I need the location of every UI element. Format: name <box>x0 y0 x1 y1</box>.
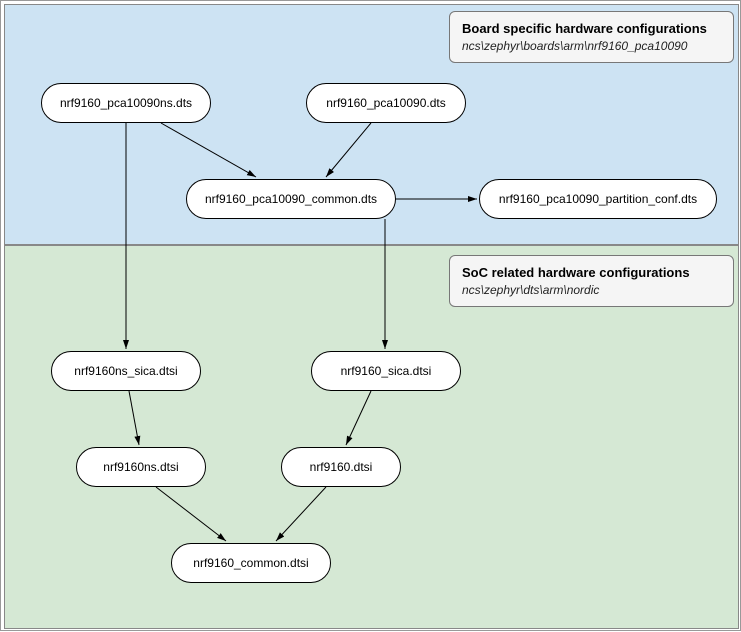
node-label: nrf9160_sica.dtsi <box>341 364 432 378</box>
label-soc-path: ncs\zephyr\dts\arm\nordic <box>462 282 721 298</box>
node-nrf9160ns-sica-dtsi: nrf9160ns_sica.dtsi <box>51 351 201 391</box>
label-soc: SoC related hardware configurations ncs\… <box>449 255 734 307</box>
node-nrf9160-pca10090ns-dts: nrf9160_pca10090ns.dts <box>41 83 211 123</box>
node-label: nrf9160.dtsi <box>310 460 373 474</box>
node-label: nrf9160_pca10090ns.dts <box>60 96 192 110</box>
label-board-path: ncs\zephyr\boards\arm\nrf9160_pca10090 <box>462 38 721 54</box>
node-label: nrf9160_pca10090_partition_conf.dts <box>499 192 697 206</box>
node-label: nrf9160_pca10090.dts <box>326 96 445 110</box>
node-nrf9160-dtsi: nrf9160.dtsi <box>281 447 401 487</box>
node-label: nrf9160_common.dtsi <box>193 556 308 570</box>
node-nrf9160-pca10090-partition-conf-dts: nrf9160_pca10090_partition_conf.dts <box>479 179 717 219</box>
label-board-title: Board specific hardware configurations <box>462 20 721 38</box>
diagram-canvas: Board specific hardware configurations n… <box>0 0 741 631</box>
node-label: nrf9160ns.dtsi <box>103 460 178 474</box>
node-label: nrf9160ns_sica.dtsi <box>74 364 177 378</box>
node-label: nrf9160_pca10090_common.dts <box>205 192 377 206</box>
node-nrf9160-common-dtsi: nrf9160_common.dtsi <box>171 543 331 583</box>
node-nrf9160-pca10090-common-dts: nrf9160_pca10090_common.dts <box>186 179 396 219</box>
label-soc-title: SoC related hardware configurations <box>462 264 721 282</box>
node-nrf9160-sica-dtsi: nrf9160_sica.dtsi <box>311 351 461 391</box>
node-nrf9160ns-dtsi: nrf9160ns.dtsi <box>76 447 206 487</box>
node-nrf9160-pca10090-dts: nrf9160_pca10090.dts <box>306 83 466 123</box>
label-board: Board specific hardware configurations n… <box>449 11 734 63</box>
